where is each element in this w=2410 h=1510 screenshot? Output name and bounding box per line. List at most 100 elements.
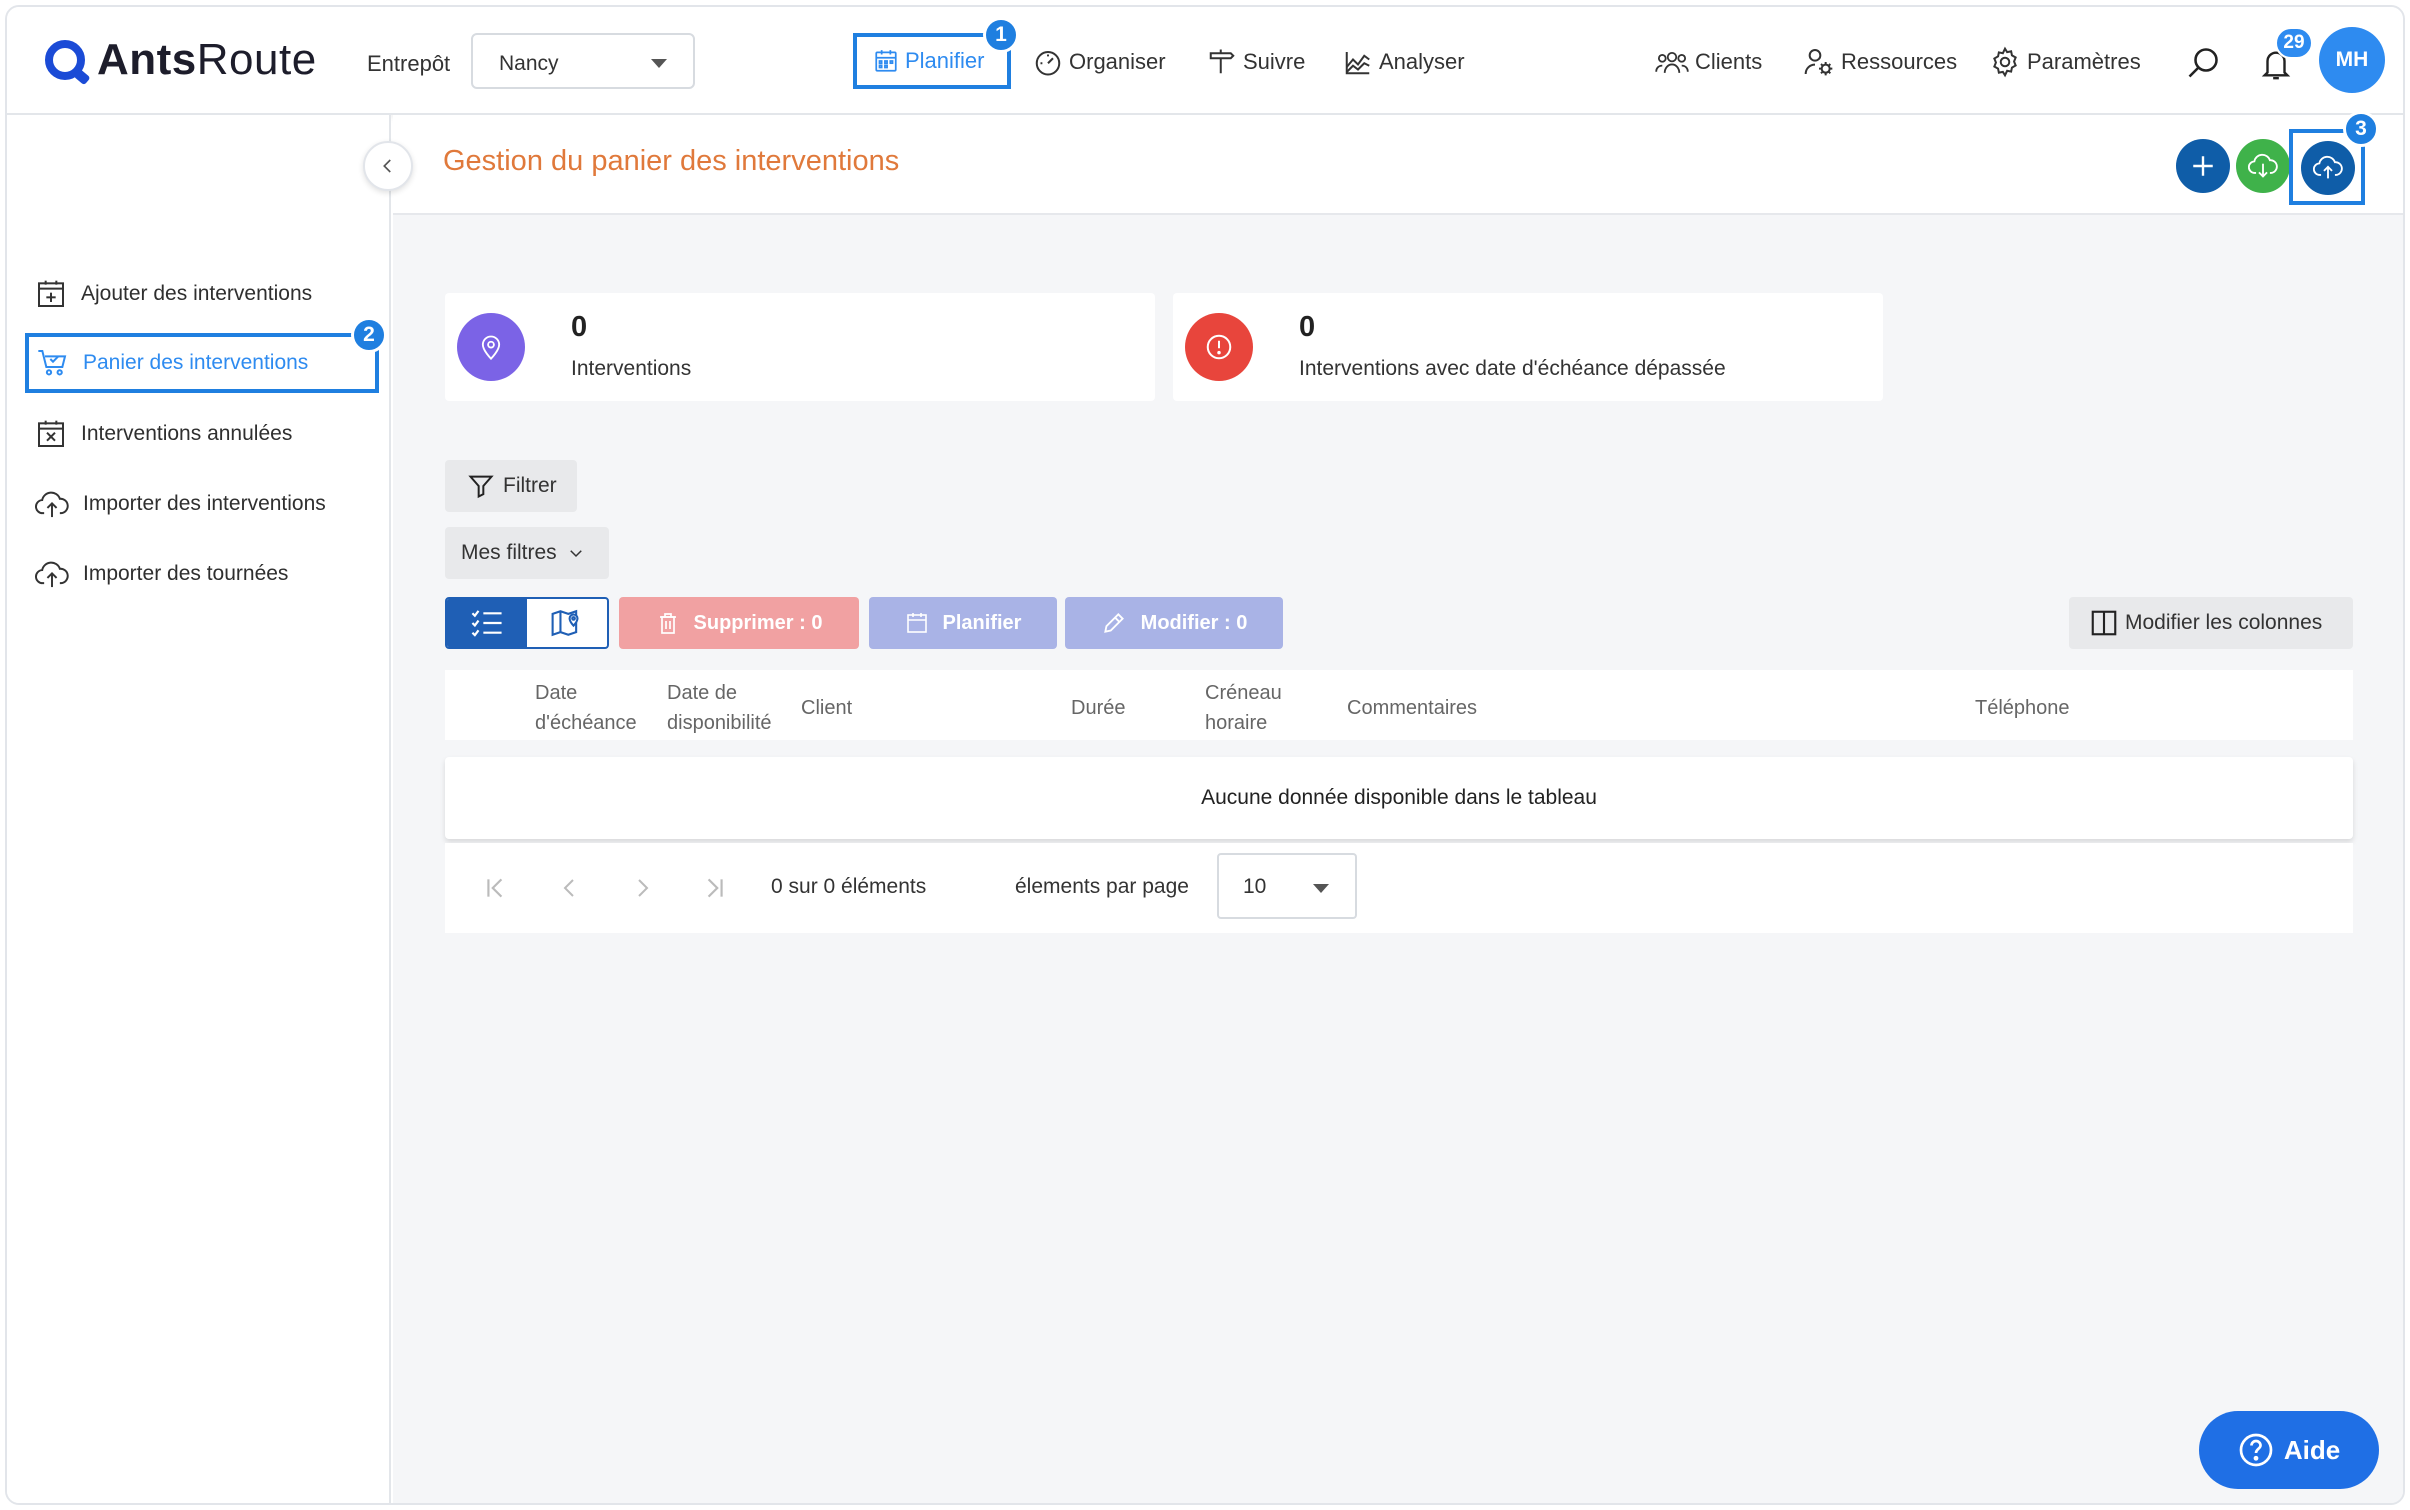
sidebar-collapse-button[interactable]	[363, 141, 413, 191]
user-avatar[interactable]: MH	[2319, 27, 2385, 93]
nav-parametres[interactable]: Paramètres	[1989, 37, 2141, 87]
delete-button-label: Supprimer : 0	[693, 611, 823, 634]
list-view-button[interactable]	[447, 599, 527, 647]
plus-icon	[2193, 156, 2213, 176]
header-line: Date	[535, 682, 578, 704]
nav-organiser-label: Organiser	[1069, 49, 1166, 74]
notification-count-badge: 29	[2275, 27, 2313, 59]
search-button[interactable]	[2185, 45, 2221, 81]
help-button[interactable]: Aide	[2199, 1411, 2379, 1489]
location-pin-icon	[457, 313, 525, 381]
pagination-info: 0 sur 0 éléments	[771, 875, 927, 898]
plan-button[interactable]: Planifier	[869, 597, 1057, 649]
modify-button[interactable]: Modifier : 0	[1065, 597, 1283, 649]
sidebar-item-import-interventions[interactable]: Importer des interventions	[35, 479, 326, 529]
stat-value: 0	[571, 311, 588, 343]
my-filters-dropdown[interactable]: Mes filtres	[445, 527, 609, 579]
sidebar: Ajouter des interventions Panier des int…	[7, 115, 413, 1503]
cloud-upload-icon	[2313, 155, 2343, 179]
step-badge-3: 3	[2343, 111, 2379, 147]
my-filters-label: Mes filtres	[461, 541, 557, 564]
add-intervention-button[interactable]	[2176, 139, 2230, 193]
header-line: Date de	[667, 682, 738, 704]
page-header: Gestion du panier des interventions 3	[393, 111, 2403, 215]
sidebar-item-label: Importer des interventions	[83, 492, 326, 515]
chevron-down-icon	[1313, 884, 1329, 893]
warehouse-label: Entrepôt	[367, 51, 451, 76]
items-per-page-select[interactable]: 10	[1217, 853, 1357, 919]
nav-analyser-label: Analyser	[1379, 49, 1465, 74]
nav-analyser[interactable]: Analyser	[1343, 37, 1465, 87]
nav-ressources[interactable]: Ressources	[1803, 37, 1957, 87]
logo-text: AntsRoute	[97, 35, 317, 84]
sidebar-item-label: Ajouter des interventions	[81, 282, 313, 305]
cloud-upload-icon	[35, 561, 69, 588]
warehouse-select[interactable]: Nancy	[471, 33, 695, 89]
chevron-right-icon	[638, 879, 649, 897]
sidebar-item-cart[interactable]: Panier des interventions	[25, 333, 379, 393]
table-empty-message: Aucune donnée disponible dans le tableau	[445, 757, 2353, 839]
next-page-button[interactable]	[627, 873, 657, 903]
column-header-availability-date[interactable]: Date de disponibilité	[667, 678, 772, 738]
sidebar-item-label: Panier des interventions	[83, 351, 309, 374]
previous-page-button[interactable]	[555, 873, 585, 903]
chevron-down-icon	[651, 59, 667, 68]
cloud-upload-button[interactable]	[2301, 141, 2355, 195]
users-group-icon	[1655, 51, 1689, 73]
sidebar-item-cancelled-interventions[interactable]: Interventions annulées	[35, 409, 292, 459]
first-page-button[interactable]	[481, 873, 511, 903]
sidebar-item-import-tours[interactable]: Importer des tournées	[35, 549, 288, 599]
app-window: AntsRoute Entrepôt Nancy Planifier 1 Org…	[5, 5, 2405, 1505]
antsroute-logo[interactable]: AntsRoute	[45, 35, 317, 85]
edit-columns-label: Modifier les colonnes	[2125, 611, 2323, 634]
cloud-download-icon	[2248, 153, 2278, 178]
column-header-time-slot[interactable]: Créneau horaire	[1205, 678, 1282, 738]
line-chart-icon	[1345, 52, 1370, 75]
logo-icon	[45, 40, 85, 80]
last-page-button[interactable]	[699, 873, 729, 903]
columns-icon	[2091, 610, 2117, 636]
overdue-interventions-card: 0 Interventions avec date d'échéance dép…	[1173, 293, 1883, 401]
header-line: disponibilité	[667, 712, 772, 734]
map-pin-icon	[551, 609, 579, 637]
nav-suivre-label: Suivre	[1243, 49, 1306, 74]
cart-icon	[38, 350, 67, 376]
stat-value: 0	[1299, 311, 1316, 343]
nav-clients[interactable]: Clients	[1655, 37, 1762, 87]
speedometer-icon	[1035, 51, 1061, 76]
cloud-download-button[interactable]	[2236, 139, 2290, 193]
pagination: 0 sur 0 éléments élements par page 10	[445, 843, 2353, 933]
page-title: Gestion du panier des interventions	[443, 145, 900, 177]
map-view-button[interactable]	[527, 599, 607, 647]
edit-columns-button[interactable]: Modifier les colonnes	[2069, 597, 2353, 649]
help-button-label: Aide	[2283, 1434, 2341, 1465]
nav-ressources-label: Ressources	[1841, 49, 1958, 74]
step-badge-2: 2	[351, 317, 387, 353]
nav-clients-label: Clients	[1695, 49, 1763, 74]
chevron-left-icon	[563, 879, 574, 897]
stat-label: Interventions	[571, 357, 692, 380]
user-gear-icon	[1804, 48, 1833, 76]
sidebar-item-add-interventions[interactable]: Ajouter des interventions	[35, 269, 312, 319]
calendar-icon	[875, 50, 897, 72]
nav-suivre[interactable]: Suivre	[1207, 37, 1305, 87]
column-header-phone[interactable]: Téléphone	[1975, 693, 2070, 723]
top-navigation-bar: AntsRoute Entrepôt Nancy Planifier 1 Org…	[7, 7, 2403, 115]
chevron-left-icon	[383, 159, 391, 173]
chevron-down-icon	[569, 550, 582, 558]
header-line: Créneau	[1205, 682, 1282, 704]
calendar-icon	[906, 613, 927, 633]
view-toggle	[445, 597, 609, 649]
filter-button[interactable]: Filtrer	[445, 460, 577, 512]
nav-organiser[interactable]: Organiser	[1033, 37, 1166, 87]
header-line: d'échéance	[535, 712, 637, 734]
column-header-comments[interactable]: Commentaires	[1347, 693, 1477, 723]
step-badge-1: 1	[983, 17, 1019, 53]
column-header-due-date[interactable]: Date d'échéance	[535, 678, 637, 738]
filter-button-label: Filtrer	[503, 474, 557, 497]
delete-button[interactable]: Supprimer : 0	[619, 597, 859, 649]
column-header-client[interactable]: Client	[801, 693, 852, 723]
sidebar-item-label: Importer des tournées	[83, 562, 289, 585]
sidebar-item-label: Interventions annulées	[81, 422, 293, 445]
column-header-duration[interactable]: Durée	[1071, 693, 1125, 723]
